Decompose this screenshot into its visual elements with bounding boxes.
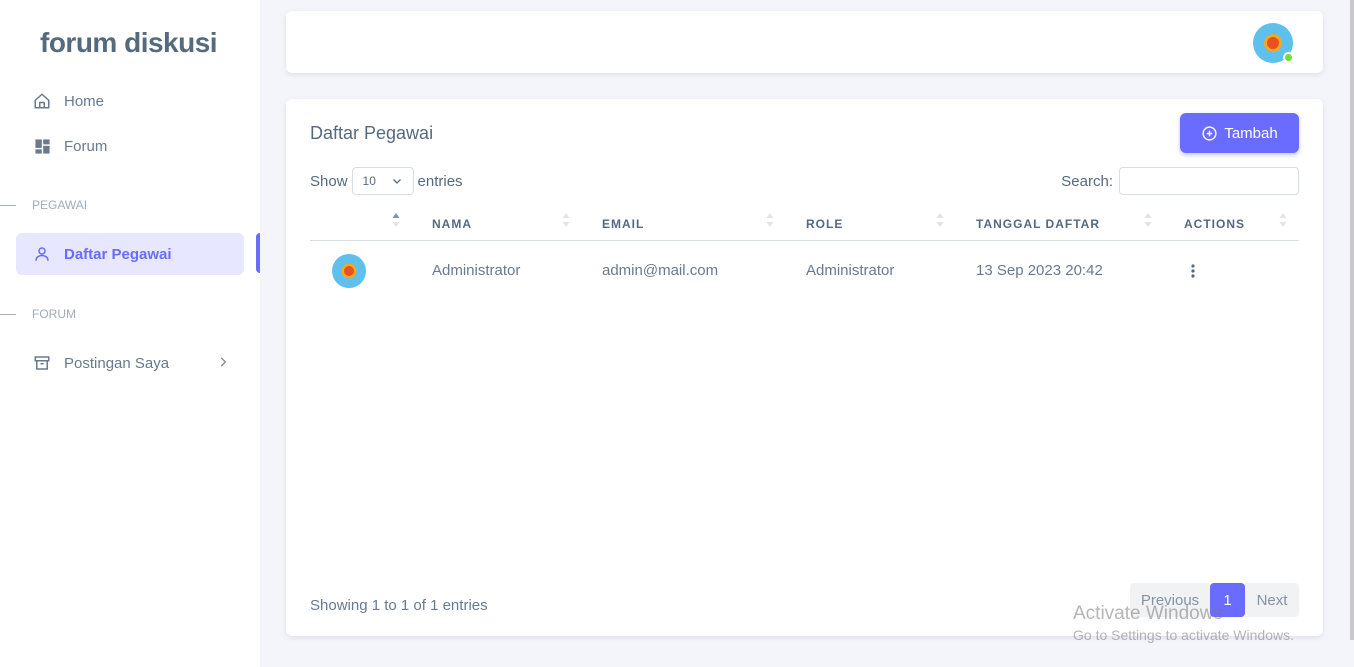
table-info: Showing 1 to 1 of 1 entries bbox=[310, 597, 488, 614]
sidebar-item-forum[interactable]: Forum bbox=[16, 125, 244, 167]
page-length-select[interactable]: 10 bbox=[351, 167, 414, 195]
sort-icon[interactable] bbox=[562, 212, 570, 228]
brand-logo[interactable]: forum diskusi bbox=[40, 27, 218, 59]
column-header-nama[interactable]: NAMA bbox=[432, 217, 472, 231]
sort-icon[interactable] bbox=[1144, 212, 1152, 228]
archive-box-icon bbox=[32, 353, 52, 373]
sidebar-item-label: Daftar Pegawai bbox=[64, 245, 172, 263]
watermark-title: Activate Windows bbox=[1073, 603, 1223, 624]
page-length-value: 10 bbox=[362, 174, 376, 188]
page-length-control: Show 10 entries bbox=[310, 167, 463, 195]
dashboard-grid-icon bbox=[32, 136, 52, 156]
top-navbar bbox=[286, 11, 1323, 73]
home-icon bbox=[32, 91, 52, 111]
cell-email: admin@mail.com bbox=[602, 262, 719, 279]
section-label: PEGAWAI bbox=[32, 198, 88, 212]
avatar bbox=[332, 254, 366, 288]
search-input[interactable] bbox=[1119, 167, 1299, 195]
activate-windows-watermark: Activate Windows Go to Settings to activ… bbox=[1073, 603, 1294, 643]
sort-icon[interactable] bbox=[766, 212, 774, 228]
active-indicator bbox=[256, 233, 260, 273]
column-header-role[interactable]: ROLE bbox=[806, 217, 843, 231]
column-header-actions[interactable]: ACTIONS bbox=[1184, 217, 1245, 231]
sidebar: forum diskusi Home Forum PEGAWAI Daftar … bbox=[0, 0, 260, 667]
sidebar-item-label: Forum bbox=[64, 137, 108, 155]
add-button-label: Tambah bbox=[1224, 124, 1278, 142]
sidebar-item-label: Home bbox=[64, 92, 105, 110]
show-label: Show bbox=[310, 172, 348, 190]
cell-tanggal-daftar: 13 Sep 2023 20:42 bbox=[976, 262, 1103, 279]
chevron-right-icon bbox=[216, 355, 230, 373]
section-header-forum: FORUM bbox=[0, 307, 76, 321]
card-title: Daftar Pegawai bbox=[310, 123, 434, 143]
section-label: FORUM bbox=[32, 307, 76, 321]
column-header-tanggal-daftar[interactable]: TANGGAL DAFTAR bbox=[976, 217, 1100, 231]
search-label: Search: bbox=[1061, 172, 1113, 190]
cell-nama: Administrator bbox=[432, 262, 521, 279]
sort-icon[interactable] bbox=[936, 212, 944, 228]
cell-role: Administrator bbox=[806, 262, 895, 279]
sidebar-item-label: Postingan Saya bbox=[64, 354, 170, 372]
table-header: NAMA EMAIL ROLE TANGGAL DAFTAR ACTIONS bbox=[310, 203, 1299, 241]
pegawai-card: Daftar Pegawai Tambah Show 10 entries Se… bbox=[286, 99, 1323, 636]
table-row: Administrator admin@mail.com Administrat… bbox=[310, 241, 1299, 301]
add-pegawai-button[interactable]: Tambah bbox=[1180, 113, 1299, 153]
sort-icon[interactable] bbox=[1279, 212, 1287, 228]
sidebar-item-postingan-saya[interactable]: Postingan Saya bbox=[16, 342, 244, 384]
user-avatar[interactable] bbox=[1253, 23, 1294, 63]
more-vertical-icon[interactable] bbox=[1189, 263, 1197, 284]
search-control: Search: bbox=[1061, 167, 1299, 195]
pegawai-table: NAMA EMAIL ROLE TANGGAL DAFTAR ACTIONS A… bbox=[310, 203, 1299, 301]
sidebar-item-daftar-pegawai[interactable]: Daftar Pegawai bbox=[16, 233, 244, 275]
scrollbar[interactable] bbox=[1350, 0, 1354, 640]
chevron-down-icon bbox=[391, 175, 403, 190]
sidebar-item-home[interactable]: Home bbox=[16, 80, 244, 122]
user-icon bbox=[32, 244, 52, 264]
online-status-dot bbox=[1283, 52, 1294, 63]
section-header-pegawai: PEGAWAI bbox=[0, 198, 87, 212]
watermark-subtitle: Go to Settings to activate Windows. bbox=[1073, 627, 1294, 643]
plus-circle-icon bbox=[1201, 125, 1218, 142]
entries-label: entries bbox=[417, 172, 463, 190]
sort-asc-icon[interactable] bbox=[392, 212, 400, 228]
column-header-email[interactable]: EMAIL bbox=[602, 217, 644, 231]
